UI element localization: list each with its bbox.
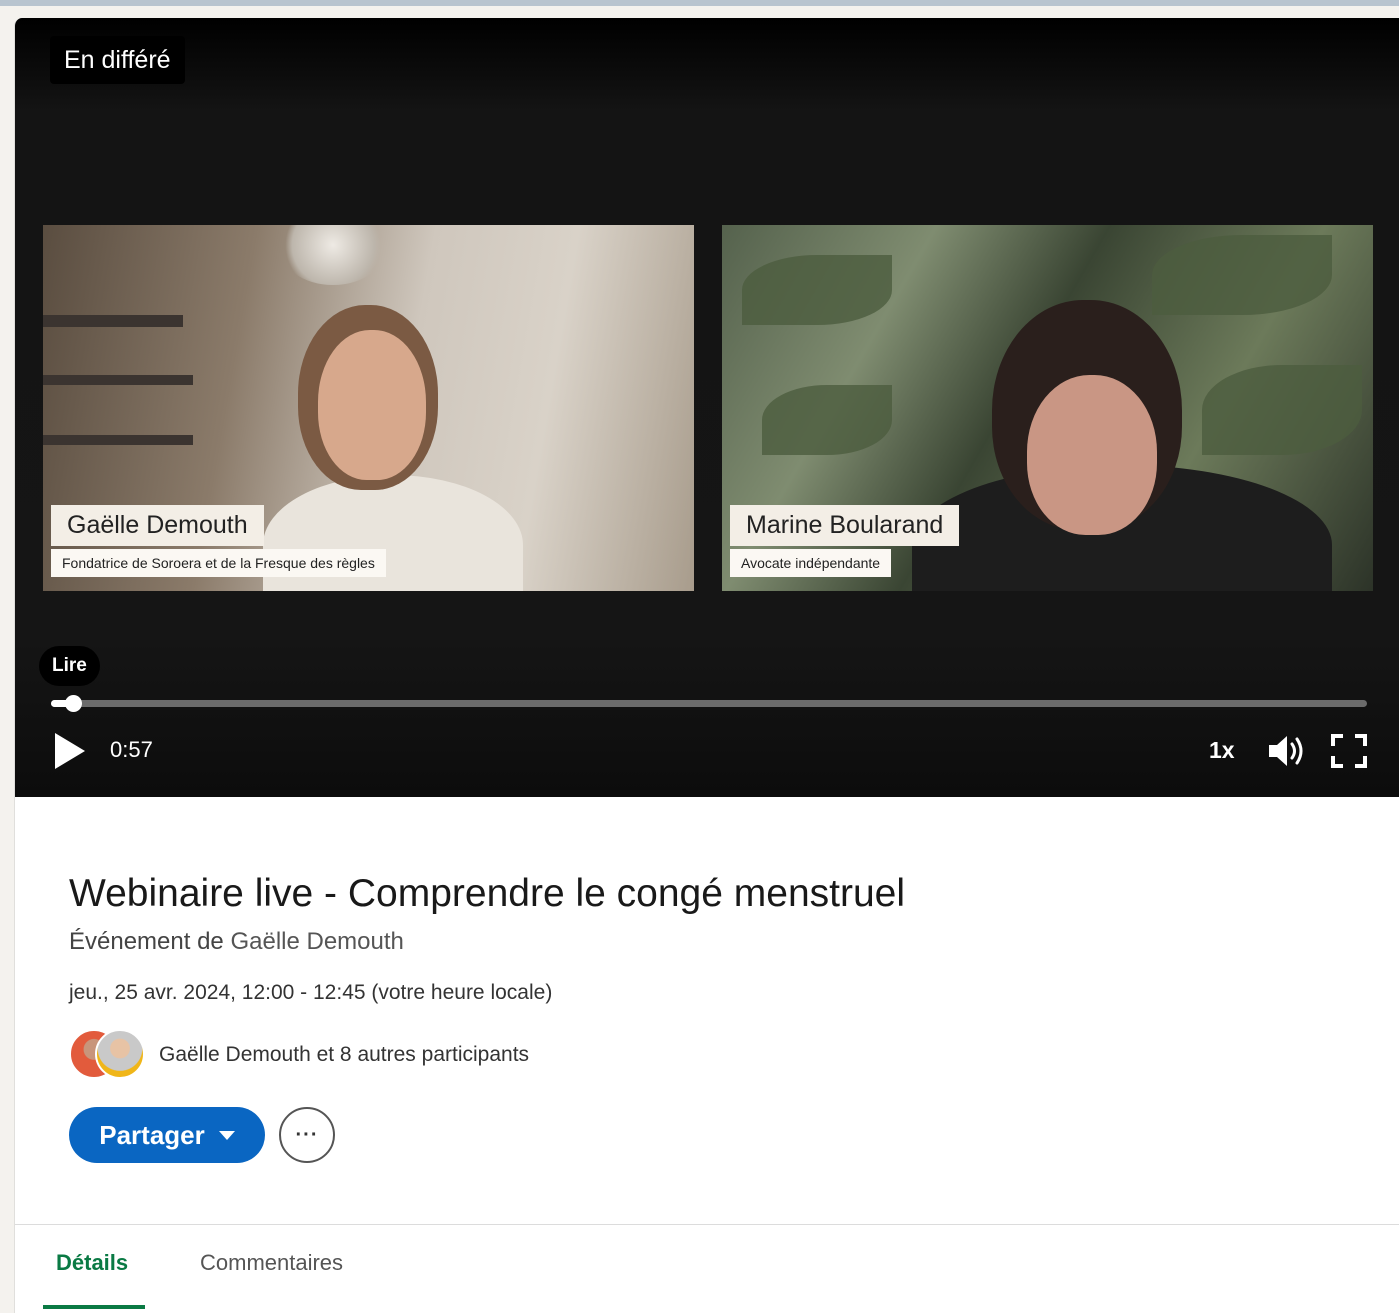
person-face: [318, 330, 426, 480]
play-button[interactable]: [51, 731, 91, 771]
fullscreen-icon: [1331, 734, 1367, 768]
fullscreen-button[interactable]: [1331, 734, 1367, 768]
shelf-decor: [43, 315, 183, 327]
browser-top-strip: [0, 0, 1399, 6]
current-time: 0:57: [110, 737, 153, 762]
share-button-label: Partager: [99, 1119, 205, 1150]
organizer-link[interactable]: Gaëlle Demouth: [230, 928, 403, 955]
event-organizer: Événement de Gaëlle Demouth: [69, 928, 404, 956]
event-card: En différé Gaëlle Demouth Fondatrice de …: [14, 18, 1399, 1313]
progress-bar[interactable]: [51, 695, 1367, 712]
live-status-badge: En différé: [50, 36, 185, 84]
share-button[interactable]: Partager: [69, 1107, 265, 1163]
participants-summary[interactable]: Gaëlle Demouth et 8 autres participants: [159, 1043, 529, 1067]
avatar: [95, 1029, 145, 1079]
more-options-button[interactable]: ···: [279, 1107, 335, 1163]
volume-icon: [1269, 736, 1303, 766]
speaker-name-label: Marine Boularand: [730, 505, 960, 546]
ceiling-lamp: [278, 225, 388, 285]
speaker-role-label: Avocate indépendante: [730, 549, 892, 577]
shelf-decor: [43, 375, 193, 385]
event-title: Webinaire live - Comprendre le congé men…: [69, 872, 906, 915]
play-tooltip: Lire: [39, 646, 100, 686]
leaf-decor: [1152, 235, 1332, 315]
speaker-video-tile-2: Marine Boularand Avocate indépendante: [722, 225, 1373, 591]
participant-avatars[interactable]: [69, 1029, 149, 1081]
play-icon: [55, 733, 85, 769]
leaf-decor: [742, 255, 892, 325]
volume-button[interactable]: [1267, 733, 1307, 769]
organizer-prefix: Événement de: [69, 928, 224, 955]
shelf-decor: [43, 435, 193, 445]
event-datetime: jeu., 25 avr. 2024, 12:00 - 12:45 (votre…: [69, 981, 553, 1004]
progress-scrubber-handle[interactable]: [65, 695, 82, 712]
section-divider: [15, 1224, 1399, 1225]
tab-comments[interactable]: Commentaires: [200, 1250, 343, 1276]
speaker-video-tile-1: Gaëlle Demouth Fondatrice de Soroera et …: [43, 225, 694, 591]
leaf-decor: [1202, 365, 1362, 455]
playback-speed-button[interactable]: 1x: [1209, 737, 1235, 764]
ellipsis-icon: ···: [295, 1123, 319, 1146]
leaf-decor: [762, 385, 892, 455]
caret-down-icon: [218, 1130, 235, 1140]
active-tab-indicator: [43, 1305, 145, 1309]
speaker-name-label: Gaëlle Demouth: [51, 505, 264, 546]
tab-details[interactable]: Détails: [56, 1250, 128, 1276]
speaker-role-label: Fondatrice de Soroera et de la Fresque d…: [51, 549, 386, 577]
person-face: [1027, 375, 1157, 535]
video-player[interactable]: En différé Gaëlle Demouth Fondatrice de …: [15, 18, 1399, 797]
